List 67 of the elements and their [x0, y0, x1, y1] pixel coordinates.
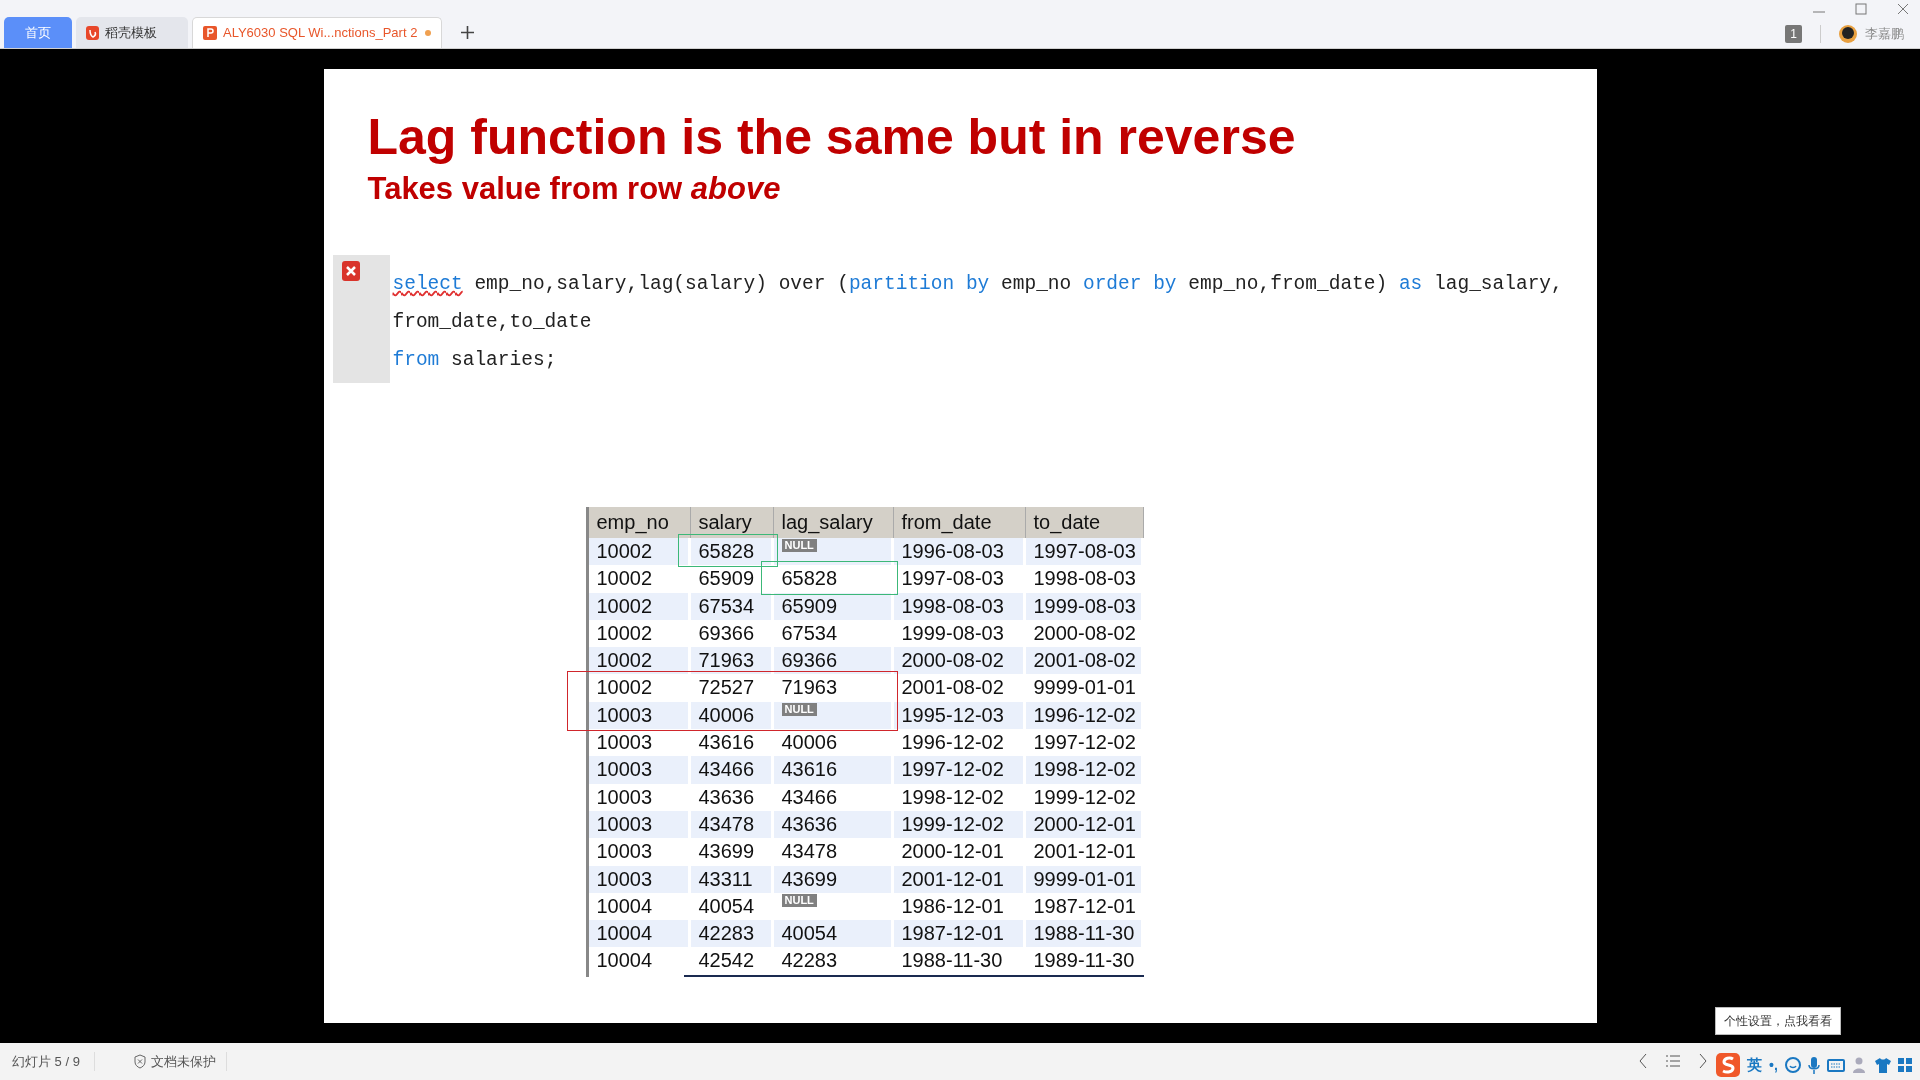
avatar-icon[interactable] — [1839, 24, 1857, 43]
table-cell: 40054 — [773, 920, 894, 948]
error-icon — [341, 261, 360, 281]
tooltip: 个性设置，点我看看 — [1715, 1007, 1841, 1035]
shirt-icon[interactable] — [1874, 1057, 1891, 1073]
code-line: from_date,to_date — [392, 310, 593, 335]
punctuation-mode[interactable]: •, — [1769, 1054, 1778, 1076]
table-cell: 1997-08-03 — [1025, 538, 1144, 566]
plus-icon[interactable] — [460, 26, 474, 39]
slide-title: Lag function is the same but in reverse — [367, 108, 1297, 167]
slide-counter: 幻灯片 5 / 9 — [0, 1051, 95, 1072]
table-cell: 10003 — [588, 810, 691, 839]
table-cell: 43466 — [690, 756, 774, 784]
next-icon[interactable] — [1698, 1053, 1708, 1069]
close-icon[interactable] — [1896, 2, 1910, 16]
table-cell: 2000-08-02 — [893, 647, 1026, 675]
previous-icon[interactable] — [1638, 1053, 1648, 1069]
table-cell: 1999-12-02 — [893, 810, 1026, 839]
code-line: select emp_no,salary,lag(salary) over (partition by emp_no order by emp_no,from_date) as lag_salary, — [392, 272, 1563, 297]
table-cell: 2001-08-02 — [1025, 647, 1144, 675]
table-cell: 10003 — [588, 865, 691, 893]
table-cell: 42283 — [690, 920, 774, 948]
null-badge: NULL — [781, 702, 817, 716]
table-cell: 1987-12-01 — [893, 920, 1026, 948]
table-cell: 2001-12-01 — [893, 865, 1026, 893]
table-cell: 1998-08-03 — [893, 592, 1026, 620]
table-cell: 43311 — [690, 865, 774, 893]
presentation-icon — [203, 26, 217, 40]
microphone-icon[interactable] — [1807, 1056, 1820, 1074]
table-cell: 43478 — [690, 810, 774, 839]
table-cell: 43616 — [773, 756, 894, 784]
table-cell: 10002 — [588, 647, 691, 675]
table-cell: 43636 — [773, 810, 894, 839]
table-cell: 10002 — [588, 592, 691, 620]
input-mode[interactable]: 英 — [1747, 1053, 1762, 1077]
tab[interactable]: ALY6030 SQL Wi...nctions_Part 2 — [192, 17, 442, 48]
table-cell: 1995-12-03 — [893, 701, 1026, 730]
protection-status[interactable]: 文档未保护 — [150, 1051, 227, 1072]
table-cell: 69366 — [773, 647, 894, 675]
null-badge: NULL — [781, 893, 817, 907]
keyboard-icon[interactable] — [1826, 1058, 1845, 1072]
table-cell: 10003 — [588, 701, 691, 730]
smiley-icon[interactable] — [1784, 1057, 1801, 1073]
table-cell: 10003 — [588, 756, 691, 784]
table-cell: 43699 — [773, 865, 894, 893]
sogou-icon[interactable] — [1716, 1053, 1740, 1077]
notification-badge[interactable]: 1 — [1785, 24, 1802, 43]
table-cell: 1988-11-30 — [1025, 920, 1144, 948]
table-cell: 10002 — [588, 538, 691, 566]
tab[interactable]: 稻壳模板 — [76, 17, 188, 48]
table-cell: 1998-12-02 — [1025, 756, 1144, 784]
table-cell: 1996-12-02 — [1025, 701, 1144, 730]
null-badge: NULL — [781, 539, 817, 552]
code-line: from salaries; — [392, 348, 558, 373]
table-cell: 2000-12-01 — [1025, 810, 1144, 839]
table-cell: 1996-08-03 — [893, 538, 1026, 566]
grid-icon[interactable] — [1897, 1057, 1913, 1073]
shield-icon[interactable] — [132, 1054, 147, 1069]
table-cell: 71963 — [690, 647, 774, 675]
table-cell: 10004 — [588, 920, 691, 948]
table-cell: 1997-12-02 — [893, 756, 1026, 784]
slide-subtitle: Takes value from row above — [367, 170, 782, 208]
table-cell: 40006 — [690, 701, 774, 730]
table-cell: 1999-08-03 — [1025, 592, 1144, 620]
table-cell: 9999-01-01 — [1025, 865, 1144, 893]
list-icon[interactable] — [1666, 1055, 1680, 1067]
table-cell: 65828 — [690, 538, 774, 566]
